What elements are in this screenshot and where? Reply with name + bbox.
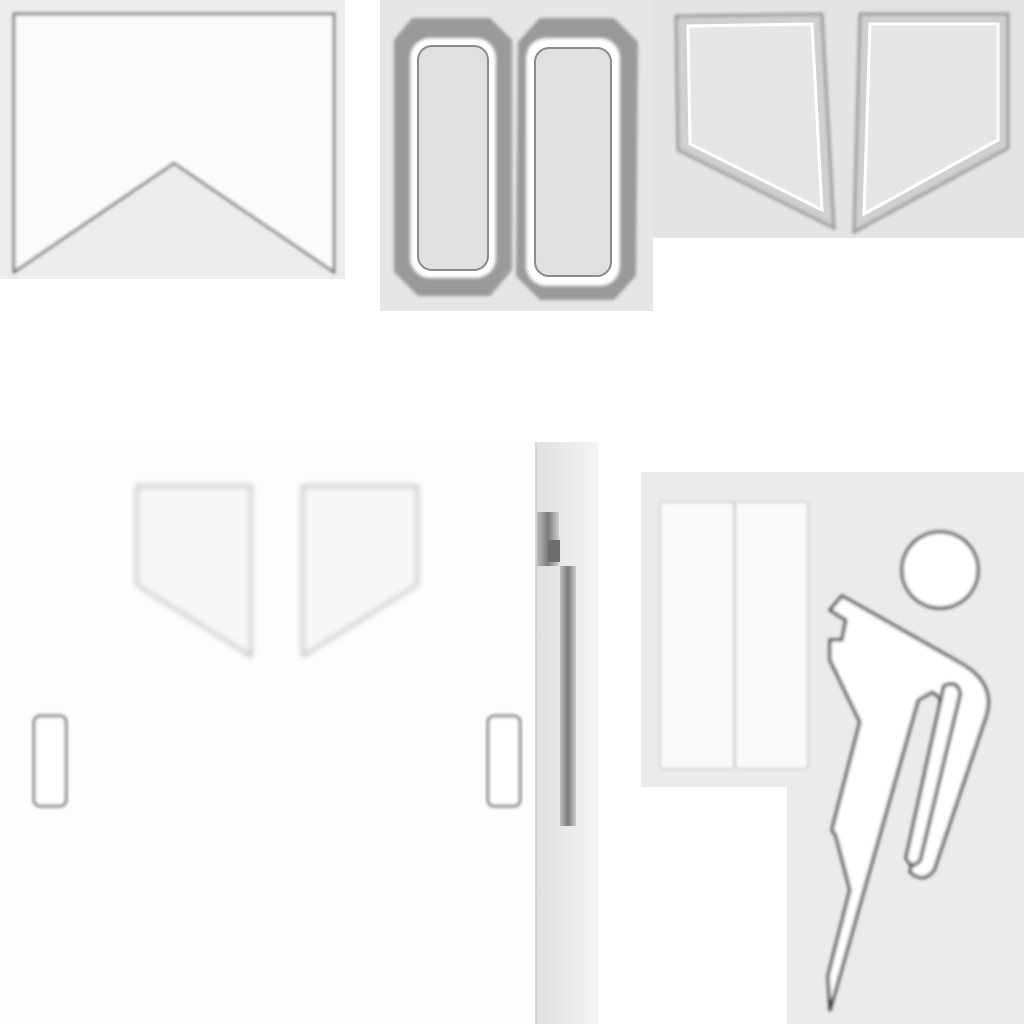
figure-left-leaf: [659, 501, 736, 770]
figure-panel-island: [641, 472, 1024, 1024]
right-frame-inner: [534, 47, 612, 277]
door-edge-rail: [560, 566, 576, 826]
window-frames-island: [653, 0, 1024, 238]
uv-texture-atlas: [0, 0, 1024, 1024]
door-edge-bracket: [548, 540, 560, 562]
left-frame-inner: [417, 45, 489, 271]
door-right-handle-slot: [486, 714, 522, 808]
figure-head-icon: [900, 530, 980, 610]
figure-right-leaf: [734, 501, 809, 770]
door-left-handle-slot: [32, 714, 68, 808]
rounded-frames-island: [380, 0, 653, 311]
folded-panel-island: [0, 0, 345, 279]
door-panel-island: [0, 442, 598, 1024]
